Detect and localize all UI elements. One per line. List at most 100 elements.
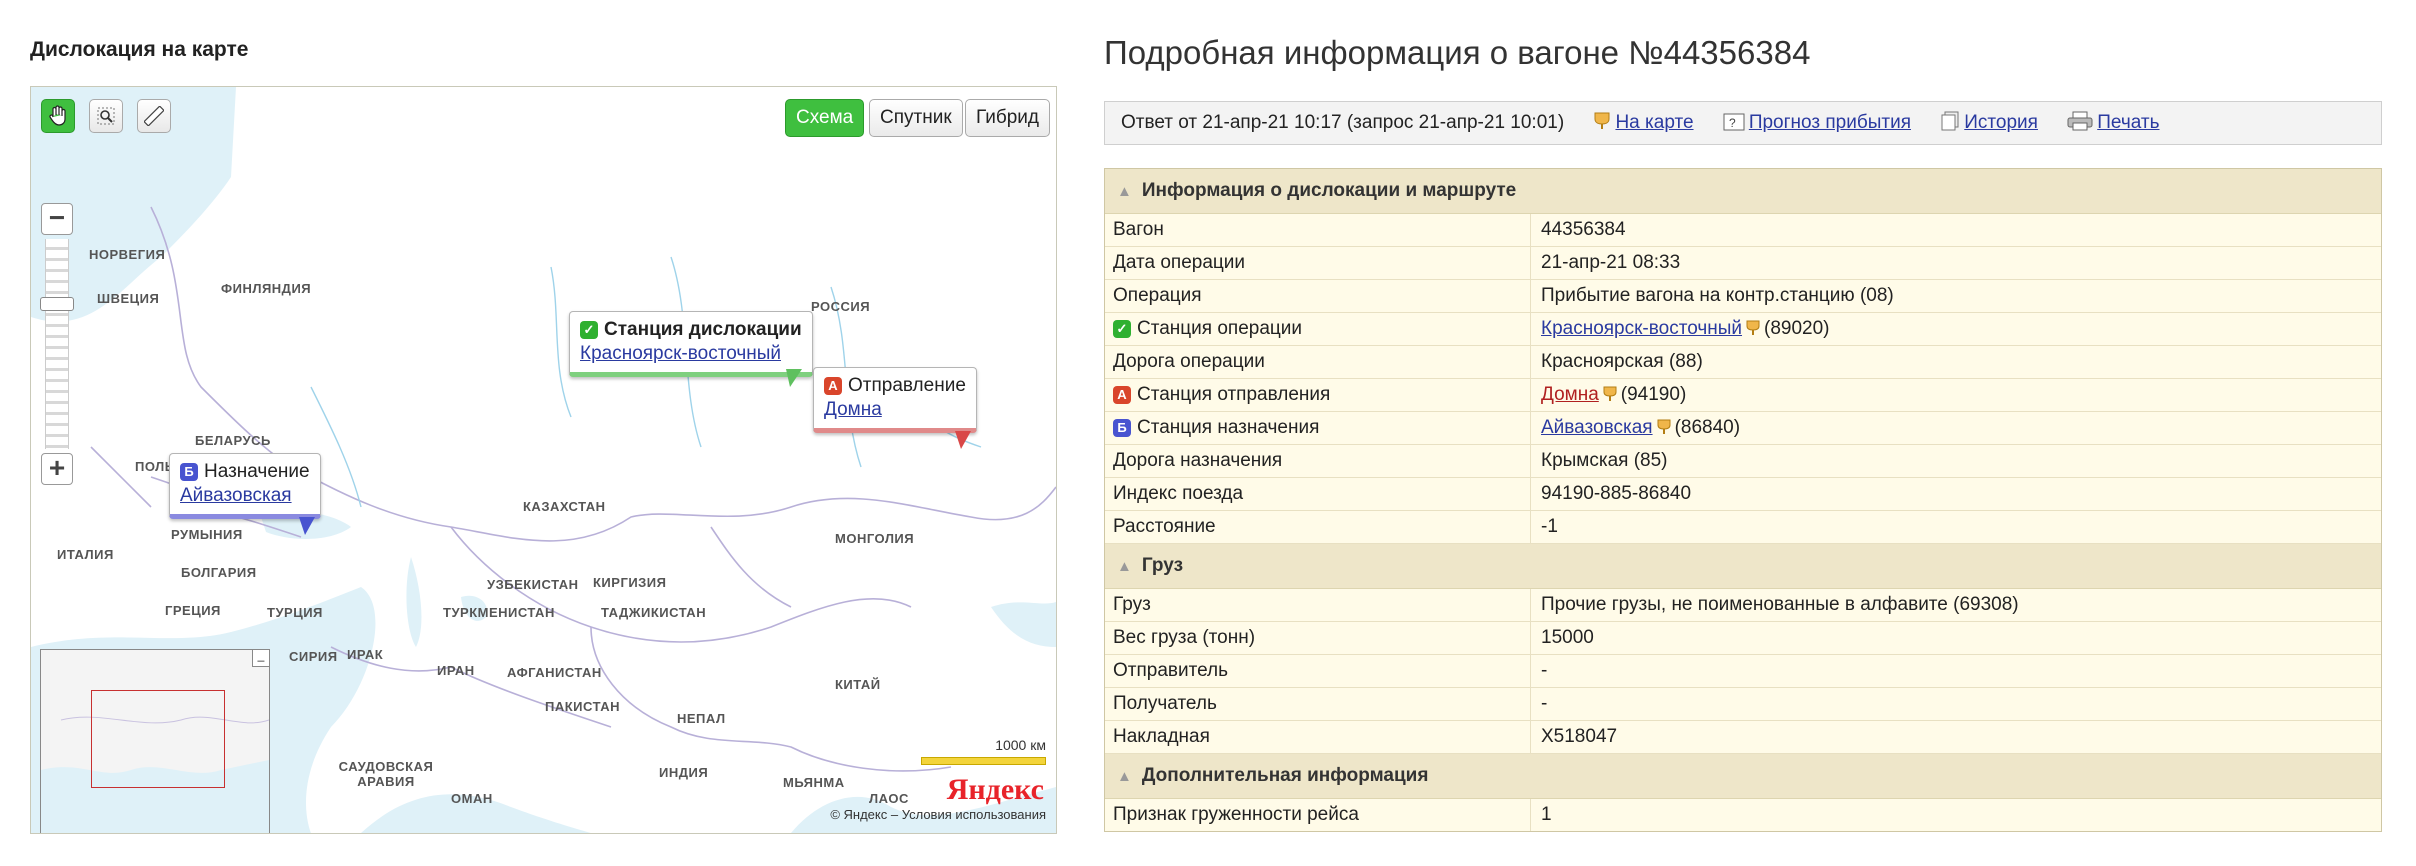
row-value: - (1541, 693, 1548, 714)
table-row: Вагон 44356384 (1105, 214, 2381, 247)
overview-minimap[interactable]: _ (40, 649, 270, 833)
row-value: Красноярская (88) (1541, 351, 1703, 372)
table-row: А Станция отправления Домна (94190) (1105, 379, 2381, 412)
map-widget[interactable]: Схема Спутник Гибрид − + РОССИЯ НОРВЕГИЯ… (30, 86, 1057, 834)
country-label: ТУРЦИЯ (267, 605, 323, 620)
row-key-text: Станция назначения (1137, 417, 1320, 438)
zoom-slider-thumb[interactable] (40, 297, 74, 311)
collapse-triangle-icon: ▲ (1117, 558, 1132, 575)
station-link[interactable]: Красноярск-восточный (1541, 318, 1742, 339)
row-value: 94190-885-86840 (1541, 483, 1692, 504)
cup-icon[interactable] (1603, 381, 1617, 413)
destination-pin-tail (299, 517, 315, 535)
forecast-icon: ? (1723, 105, 1745, 147)
ruler-icon (144, 106, 164, 126)
country-label: КИТАЙ (835, 677, 881, 692)
destination-badge-icon: Б (1113, 419, 1131, 437)
table-row: Груз Прочие грузы, не поименованные в алф… (1105, 589, 2381, 622)
scale-label: 1000 км (995, 737, 1046, 753)
country-label: ТАДЖИКИСТАН (601, 605, 707, 620)
row-value: Айвазовская (86840) (1541, 412, 1740, 446)
magnifier-tool-button[interactable] (89, 99, 123, 133)
destination-balloon-title: Назначение (204, 461, 310, 482)
location-balloon[interactable]: ✓ Станция дислокации Красноярск-восточный (569, 311, 813, 377)
terms-link[interactable]: Условия использования (902, 807, 1046, 822)
table-row: Отправитель - (1105, 655, 2381, 688)
history-link[interactable]: История (1964, 112, 2038, 133)
section-title: Груз (1141, 555, 1184, 576)
departure-balloon-link[interactable]: Домна (824, 399, 882, 420)
destination-balloon-link[interactable]: Айвазовская (180, 485, 292, 506)
station-link[interactable]: Айвазовская (1541, 417, 1653, 438)
destination-balloon[interactable]: Б Назначение Айвазовская (169, 453, 321, 519)
table-row: Дорога назначения Крымская (85) (1105, 445, 2381, 478)
hand-tool-button[interactable] (41, 99, 75, 133)
country-label: МОНГОЛИЯ (835, 531, 915, 546)
row-key-text: Станция операции (1137, 318, 1302, 339)
minimap-viewport-frame[interactable] (91, 690, 225, 788)
departure-badge-icon: А (1113, 386, 1131, 404)
row-key: Операция (1113, 285, 1202, 306)
row-key: Отправитель (1113, 660, 1229, 681)
row-value: 1 (1541, 804, 1552, 825)
row-value: -1 (1541, 516, 1558, 537)
section-header-extra[interactable]: ▲ Дополнительная информация (1105, 754, 2381, 799)
country-label: НОРВЕГИЯ (89, 247, 166, 262)
country-label: ОМАН (451, 791, 493, 806)
minimap-collapse-icon[interactable]: _ (252, 650, 269, 667)
country-label: КИРГИЗИЯ (593, 575, 667, 590)
collapse-triangle-icon: ▲ (1117, 183, 1132, 200)
row-value: Крымская (85) (1541, 450, 1668, 471)
country-label: ГРЕЦИЯ (165, 603, 221, 618)
row-value: - (1541, 660, 1548, 681)
cup-icon[interactable] (1746, 315, 1760, 347)
location-pin-tail (786, 369, 802, 387)
table-row: Индекс поезда 94190-885-86840 (1105, 478, 2381, 511)
layer-hybrid-button[interactable]: Гибрид (965, 99, 1050, 137)
station-code: (89020) (1764, 318, 1830, 339)
row-key: А Станция отправления (1113, 379, 1330, 411)
response-timestamp: Ответ от 21-апр-21 10:17 (запрос 21-апр-… (1121, 112, 1565, 133)
yandex-logo: Яндекс (946, 773, 1044, 806)
collapse-triangle-icon: ▲ (1117, 768, 1132, 785)
row-value: 21-апр-21 08:33 (1541, 252, 1681, 273)
row-key: Расстояние (1113, 516, 1216, 537)
svg-text:?: ? (1729, 116, 1736, 130)
section-header-cargo[interactable]: ▲ Груз (1105, 544, 2381, 589)
row-value: Домна (94190) (1541, 379, 1686, 413)
country-label: БЕЛАРУСЬ (195, 433, 271, 448)
location-balloon-title: Станция дислокации (604, 319, 802, 340)
ruler-tool-button[interactable] (137, 99, 171, 133)
zoom-control[interactable]: − + (40, 203, 74, 485)
row-key-text: Станция отправления (1137, 384, 1331, 405)
country-label: РУМЫНИЯ (171, 527, 243, 542)
layer-satellite-button[interactable]: Спутник (869, 99, 963, 137)
row-value: Х518047 (1541, 726, 1618, 747)
country-label: ИТАЛИЯ (57, 547, 114, 562)
country-label: ЛАОС (869, 791, 909, 806)
country-label: БОЛГАРИЯ (181, 565, 257, 580)
history-icon (1940, 105, 1960, 147)
arrival-forecast-link[interactable]: Прогноз прибытия (1749, 112, 1911, 133)
row-value: Прибытие вагона на контр.станцию (08) (1541, 285, 1894, 306)
country-label: НЕПАЛ (677, 711, 726, 726)
country-label: КАЗАХСТАН (523, 499, 606, 514)
table-row: Признак груженности рейса 1 (1105, 799, 2381, 831)
country-label: ИНДИЯ (659, 765, 709, 780)
departure-pin-tail (955, 431, 971, 449)
location-balloon-link[interactable]: Красноярск-восточный (580, 343, 781, 364)
map-copyright: © Яндекс – Условия использования (830, 807, 1046, 822)
on-map-link[interactable]: На карте (1615, 112, 1693, 133)
page-title: Подробная информация о вагоне №44356384 (1104, 34, 1811, 71)
print-link[interactable]: Печать (2097, 112, 2159, 133)
zoom-slider[interactable] (40, 239, 74, 449)
cup-icon[interactable] (1657, 414, 1671, 446)
departure-balloon[interactable]: А Отправление Домна (813, 367, 977, 433)
zoom-out-button[interactable]: − (41, 203, 73, 235)
section-title: Информация о дислокации и маршруте (1141, 180, 1517, 201)
station-link[interactable]: Домна (1541, 384, 1599, 405)
row-key: Индекс поезда (1113, 483, 1244, 504)
layer-scheme-button[interactable]: Схема (785, 99, 865, 137)
zoom-in-button[interactable]: + (41, 453, 73, 485)
section-header-dislocation[interactable]: ▲ Информация о дислокации и маршруте (1105, 169, 2381, 214)
